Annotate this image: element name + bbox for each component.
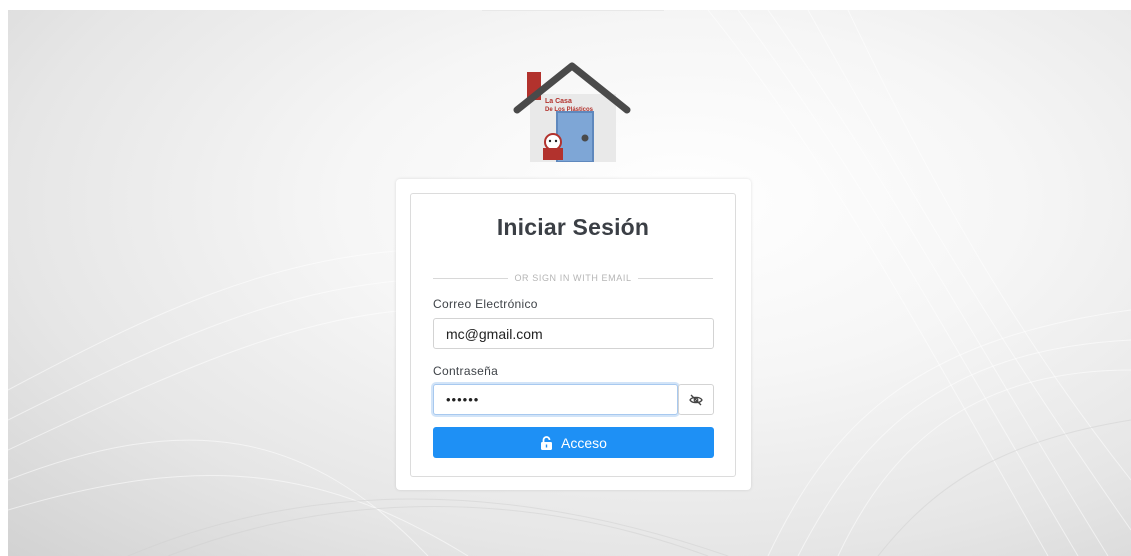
login-card: Iniciar Sesión OR SIGN IN WITH EMAIL Cor… [410, 193, 736, 477]
brand-logo: La Casa De Los Plásticos [513, 62, 631, 163]
email-divider: OR SIGN IN WITH EMAIL [433, 272, 714, 284]
email-field[interactable]: mc@gmail.com [433, 318, 714, 349]
page-title: Iniciar Sesión [496, 214, 650, 240]
divider-line-right [637, 277, 714, 279]
login-button-label: Acceso [561, 434, 607, 451]
top-divider [482, 10, 664, 11]
email-label: Correo Electrónico [433, 297, 538, 311]
divider-text: OR SIGN IN WITH EMAIL [514, 273, 632, 283]
logo-text-line1: La Casa [545, 98, 572, 105]
unlock-icon [541, 435, 553, 450]
password-label: Contraseña [433, 364, 499, 378]
login-panel: Iniciar Sesión OR SIGN IN WITH EMAIL Cor… [396, 179, 751, 490]
eye-off-icon [689, 394, 703, 405]
logo-text-line2: De Los Plásticos [545, 107, 594, 113]
toggle-password-button[interactable] [678, 384, 714, 415]
divider-line-left [433, 277, 509, 279]
password-field[interactable]: •••••• [433, 384, 678, 415]
login-button[interactable]: Acceso [433, 427, 714, 458]
